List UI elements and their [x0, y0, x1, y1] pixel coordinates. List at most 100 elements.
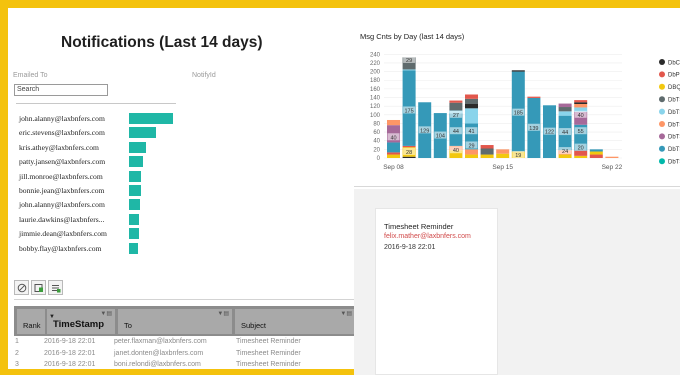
bar-segment[interactable]	[589, 149, 603, 152]
bar-segment[interactable]	[465, 149, 478, 155]
bar-segment[interactable]	[387, 154, 400, 158]
email-count-bar[interactable]	[129, 113, 173, 124]
bar-segment[interactable]	[558, 103, 572, 108]
email-slicer-item[interactable]: jill.monroe@laxbnfers.com	[19, 172, 103, 181]
bar-segment[interactable]	[465, 94, 478, 99]
bar-segment[interactable]	[465, 104, 478, 109]
email-count-bar[interactable]	[129, 242, 138, 254]
column-header-to[interactable]: To ▼▤	[118, 309, 232, 334]
bar-segment[interactable]	[527, 96, 541, 98]
y-tick-label: 100	[370, 113, 381, 119]
filter-button[interactable]	[31, 280, 46, 295]
legend-item: DbProj	[668, 73, 680, 79]
data-label: 139	[529, 126, 538, 132]
chart-title: Msg Cnts by Day (last 14 days)	[360, 32, 465, 41]
legend-item: DbTSD	[668, 160, 680, 166]
bar-segment[interactable]	[449, 100, 463, 103]
bar-segment[interactable]	[496, 149, 510, 154]
email-count-bar[interactable]	[129, 170, 141, 182]
email-slicer-item[interactable]: patty.jansen@laxbnfers.com	[19, 157, 105, 166]
y-tick-label: 80	[373, 121, 380, 127]
clear-selection-button[interactable]	[14, 280, 29, 295]
data-label: 40	[578, 113, 584, 119]
bar-segment[interactable]	[480, 148, 494, 155]
bar-segment[interactable]	[511, 70, 525, 72]
bar-segment[interactable]	[574, 102, 588, 104]
email-count-bar[interactable]	[129, 199, 140, 211]
email-count-bar[interactable]	[129, 185, 141, 196]
column-header-rank[interactable]: Rank	[17, 309, 45, 334]
column-header-timestamp[interactable]: ▼ TimeStamp ▼▤	[47, 309, 115, 334]
bar-segment[interactable]	[387, 119, 400, 126]
bar-segment[interactable]	[449, 102, 463, 111]
notification-card[interactable]: Timesheet Reminder felix.mather@laxbnfer…	[375, 208, 498, 375]
email-count-bar[interactable]	[129, 228, 139, 240]
bar-segment[interactable]	[496, 153, 510, 158]
y-tick-label: 60	[373, 130, 380, 136]
email-count-bar[interactable]	[129, 127, 156, 139]
email-slicer-item[interactable]: laurie.dawkins@laxbnfers...	[19, 215, 104, 224]
bar-segment[interactable]	[589, 151, 603, 155]
bar-segment[interactable]	[387, 152, 400, 155]
bar-segment[interactable]	[605, 156, 619, 158]
report-frame: Notifications (Last 14 days) Emailed To …	[0, 0, 680, 375]
search-input[interactable]: Search	[14, 84, 108, 96]
export-button[interactable]	[48, 280, 63, 295]
data-label: 41	[468, 129, 474, 135]
y-tick-label: 240	[370, 52, 381, 58]
email-slicer-item[interactable]: eric.stevens@laxbnfers.com	[19, 128, 105, 137]
bar-segment[interactable]	[574, 155, 588, 158]
legend-swatch	[659, 158, 665, 165]
stacked-bar-chart: 0 20 40 60 80 100 120 140 160 180 200 220 240 40 28 175…	[370, 52, 680, 171]
email-count-bar[interactable]	[129, 141, 146, 153]
bar-segment[interactable]	[465, 98, 478, 104]
data-label: 19	[515, 153, 521, 159]
bar-segment[interactable]	[402, 156, 416, 158]
email-slicer-item[interactable]: john.alanny@laxbnfers.com	[19, 114, 105, 123]
table-row[interactable]: 1 2016-9-18 22:01 peter.flaxman@laxbnfers.…	[14, 338, 358, 350]
bar-segment[interactable]	[465, 154, 478, 158]
slicer-divider	[16, 103, 176, 104]
bar-segment[interactable]	[387, 142, 400, 153]
email-count-bar[interactable]	[129, 156, 143, 168]
bar-segment[interactable]	[402, 69, 416, 71]
email-slicer-item[interactable]: john.alanny@laxbnfers.com	[19, 200, 105, 209]
column-filter-icon[interactable]: ▼▤	[340, 310, 352, 317]
notify-id-label: NotifyId	[192, 72, 216, 79]
y-tick-label: 180	[370, 78, 381, 84]
bar-segment[interactable]	[574, 104, 588, 108]
bar-segment[interactable]	[589, 154, 603, 158]
bar-segment[interactable]	[574, 100, 588, 103]
card-email[interactable]: felix.mather@laxbnfers.com	[384, 233, 471, 240]
bar-segment[interactable]	[558, 111, 572, 116]
cell-to: janet.donten@laxbnfers.com	[114, 349, 204, 357]
filter-icon	[34, 283, 43, 292]
clear-icon	[17, 283, 26, 292]
legend-swatch	[659, 121, 665, 127]
bar-segment[interactable]	[465, 108, 478, 124]
bar-segment[interactable]	[558, 107, 572, 112]
email-slicer-item[interactable]: bonnie.jean@laxbnfers.com	[19, 186, 104, 195]
cell-timestamp: 2016-9-18 22:01	[44, 349, 96, 357]
bar-segment[interactable]	[402, 145, 416, 148]
email-slicer-item[interactable]: kris.athey@laxbnfers.com	[19, 143, 99, 152]
email-slicer-item[interactable]: jimmie.dean@laxbnfers.com	[19, 229, 107, 238]
column-filter-icon[interactable]: ▼▤	[100, 310, 112, 317]
data-label: 129	[420, 128, 429, 134]
chart-divider	[354, 186, 680, 187]
cell-rank: 3	[15, 361, 19, 368]
bar-segment[interactable]	[480, 145, 494, 149]
report-canvas: Notifications (Last 14 days) Emailed To …	[8, 8, 680, 375]
section-divider	[14, 299, 358, 300]
data-label: 55	[578, 129, 584, 135]
legend-swatch	[659, 108, 665, 115]
column-header-subject[interactable]: Subject ▼▤	[235, 309, 355, 334]
visual-toolbar	[14, 280, 63, 296]
table-row[interactable]: 2 2016-9-18 22:01 janet.donten@laxbnfers.c…	[14, 350, 358, 362]
email-slicer-item[interactable]: bobby.flay@laxbnfers.com	[19, 244, 101, 253]
email-count-bar[interactable]	[129, 213, 139, 225]
bar-segment[interactable]	[480, 154, 494, 158]
column-filter-icon[interactable]: ▼▤	[217, 310, 229, 317]
legend-item: DbTSC	[668, 147, 680, 153]
data-label: 29	[468, 143, 474, 149]
